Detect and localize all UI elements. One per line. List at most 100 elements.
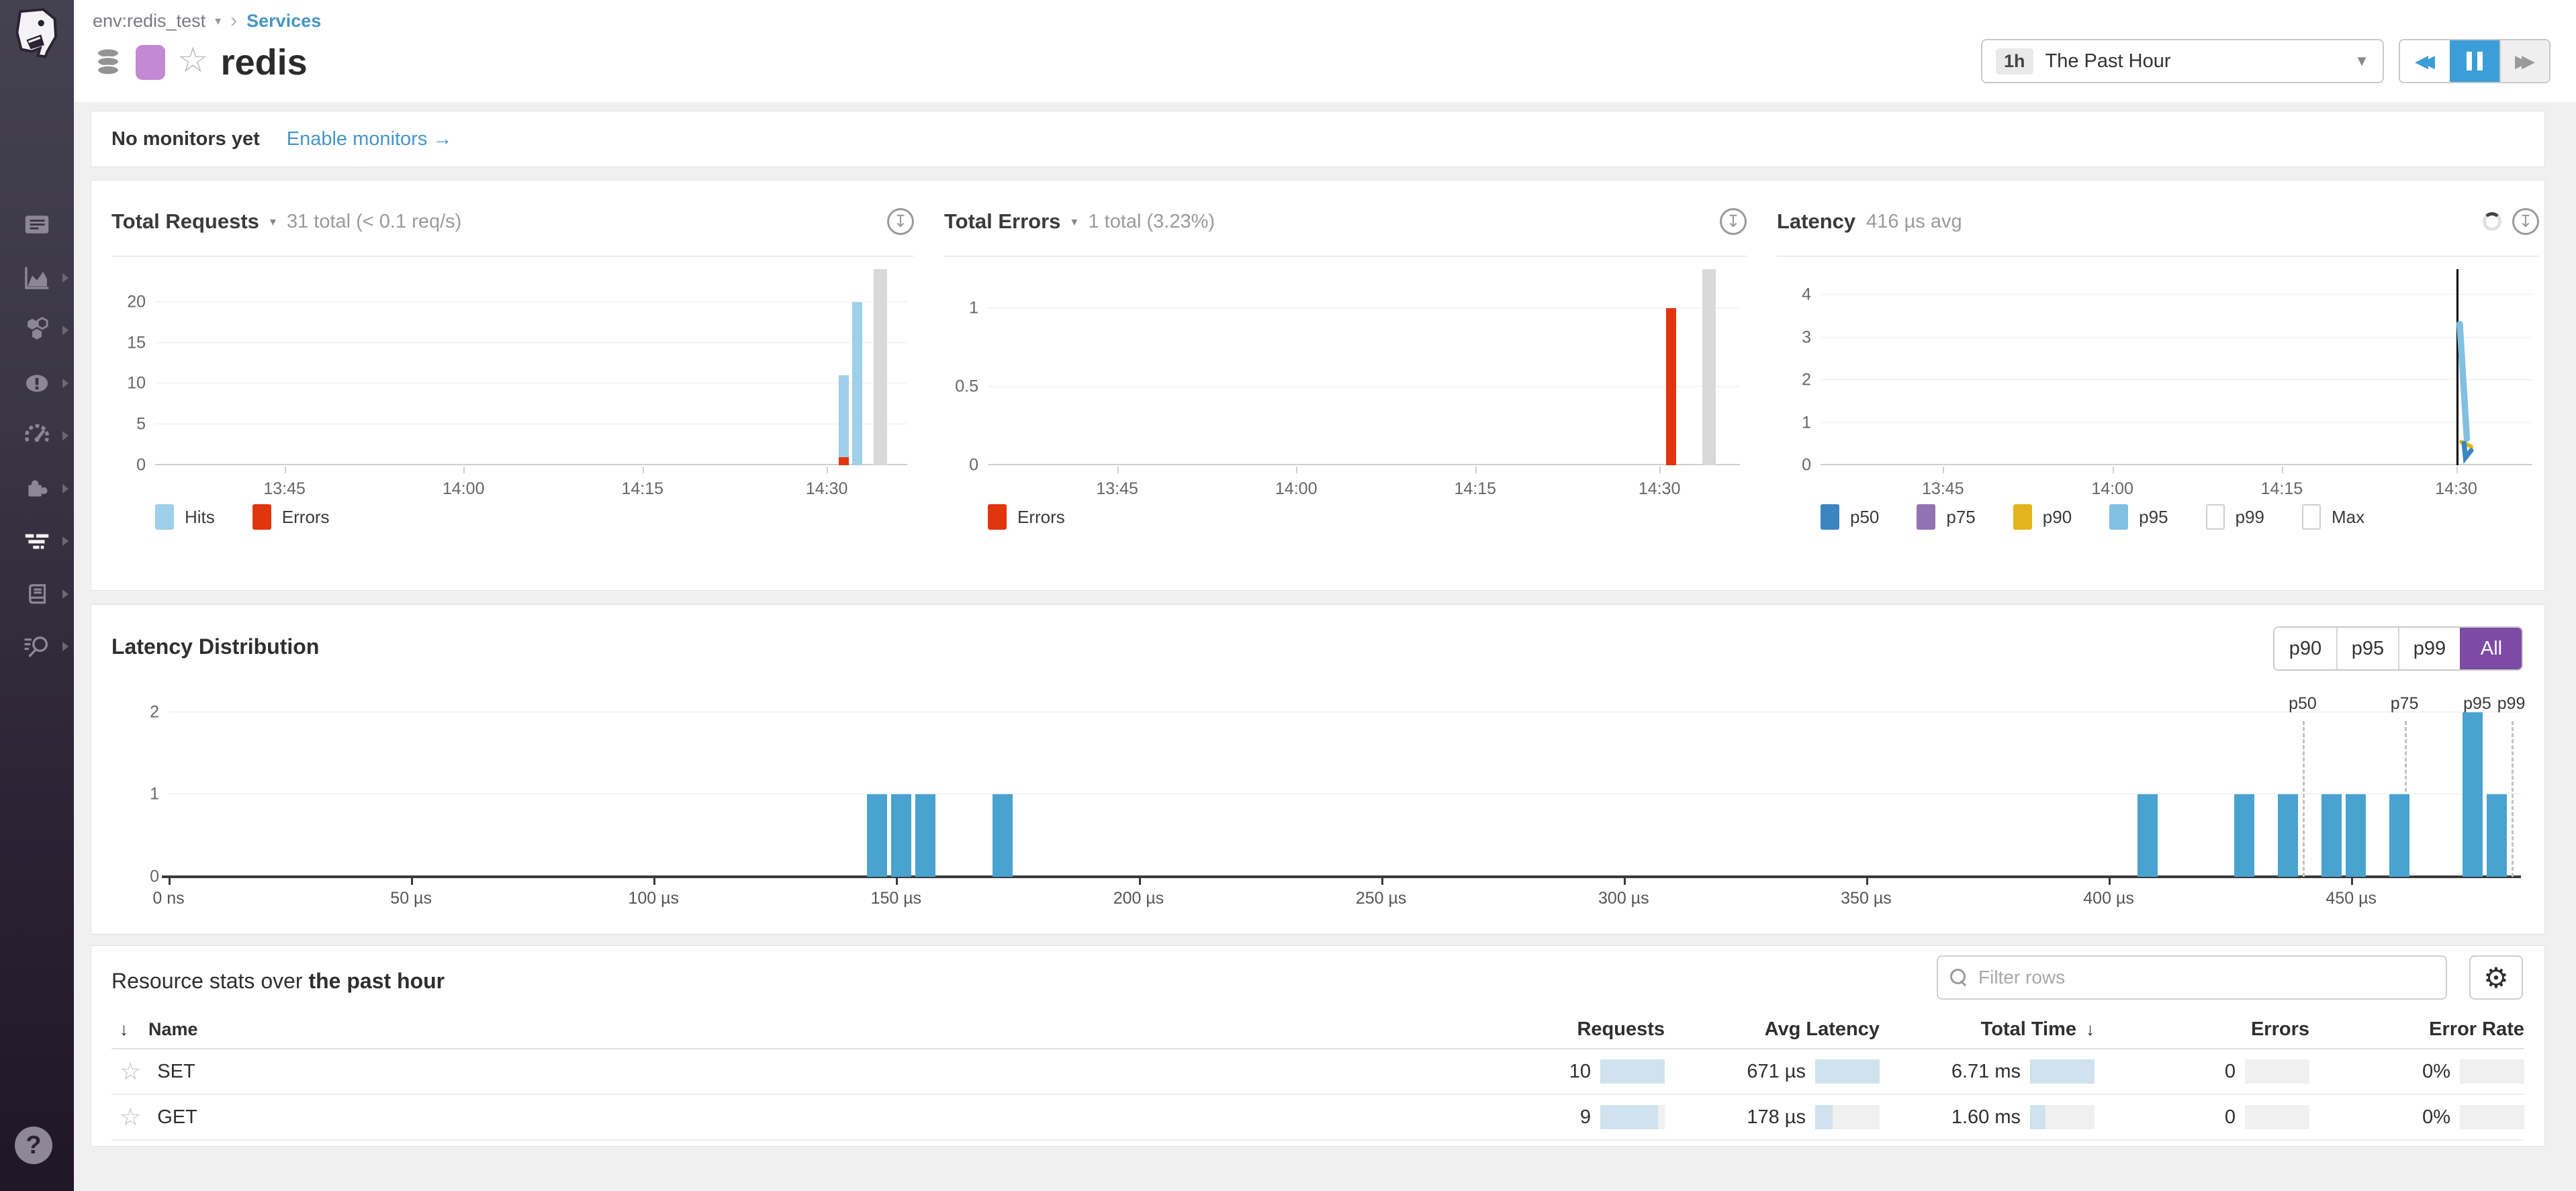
time-forward-button[interactable]: ▶▶ [2499,40,2549,82]
cell-value: 0 [2225,1106,2236,1129]
column-header-name[interactable]: ↓Name [111,1019,1450,1040]
page-title: redis [221,42,308,83]
datadog-logo[interactable] [0,0,74,67]
legend-item[interactable]: Max [2302,504,2364,530]
column-header-errors[interactable]: Errors [2095,1018,2309,1041]
x-axis-line [155,464,907,465]
data-bar [1666,308,1676,465]
column-header-total_time[interactable]: Total Time ↓ [1880,1018,2095,1041]
resource-stats-card: Resource stats over the past hour ⚙ ↓Nam… [91,945,2545,1147]
favorite-star-icon[interactable]: ☆ [177,43,209,78]
download-icon[interactable]: ↧ [1720,208,1747,235]
resource-name[interactable]: SET [157,1061,195,1083]
charts-card: Total Requests▾31 total (< 0.1 req/s)↧05… [91,180,2545,591]
percentile-label: p95 [2463,694,2491,714]
y-axis-label: 1 [1772,413,1811,432]
column-label: Error Rate [2429,1018,2524,1041]
column-header-avg_latency[interactable]: Avg Latency [1665,1018,1880,1041]
apm-icon [21,526,52,557]
table-settings-button[interactable]: ⚙ [2469,955,2523,1000]
legend-swatch [252,504,271,530]
x-axis-label: 13:45 [1096,479,1138,499]
column-header-requests[interactable]: Requests [1450,1018,1665,1041]
chart-title: Total Requests [111,209,259,234]
histogram-bar [2321,794,2342,877]
sidebar-item-logs[interactable] [0,568,74,620]
legend-swatch [155,504,174,530]
chart-plot-area[interactable]: 0510152013:4514:0014:1514:30 [155,269,907,465]
sidebar-item-metrics[interactable] [0,252,74,304]
sort-desc-icon: ↓ [2086,1019,2095,1040]
sidebar-item-trace-search[interactable] [0,620,74,673]
column-header-error_rate[interactable]: Error Rate [2309,1018,2524,1041]
table-row[interactable]: ☆GET9178 µs1.60 ms00% [111,1095,2524,1141]
breadcrumb-services-link[interactable]: Services [246,11,321,32]
legend-item[interactable]: p50 [1821,504,1879,530]
x-axis-label: 250 µs [1356,889,1407,908]
y-axis-label: 2 [120,702,159,722]
sidebar-item-infrastructure[interactable] [0,304,74,356]
legend-item[interactable]: p99 [2206,504,2264,530]
breadcrumb-separator: › [230,9,237,32]
cell-avg_latency: 671 µs [1665,1059,1880,1084]
histogram-bar [2463,712,2483,877]
enable-monitors-link[interactable]: Enable monitors → [287,128,453,150]
chevron-down-icon[interactable]: ▾ [270,215,276,229]
legend-item[interactable]: Hits [155,504,215,530]
resource-name-cell: ☆ SET [111,1059,1450,1084]
cell-value: 0 [2225,1061,2236,1083]
percentile-button-all[interactable]: All [2460,628,2522,669]
legend-item[interactable]: p90 [2013,504,2072,530]
chart-plot-area[interactable]: 00.5113:4514:0014:1514:30 [988,269,1740,465]
legend-swatch [1917,504,1935,530]
time-range-label: The Past Hour [2045,50,2343,73]
chart-plot-area[interactable]: 0123413:4514:0014:1514:30 [1821,269,2532,465]
cell-bar [2245,1105,2309,1129]
sidebar-item-events[interactable] [0,357,74,410]
sidebar-item-monitors[interactable] [0,410,74,462]
download-icon[interactable]: ↧ [887,208,914,235]
chevron-right-icon [62,589,68,599]
legend-label: p95 [2139,507,2168,528]
sidebar-item-integrations[interactable] [0,463,74,515]
x-axis-label: 14:00 [443,479,485,499]
chart-legend: Hits Errors [155,504,330,530]
percentile-button-p95[interactable]: p95 [2336,628,2398,669]
time-back-button[interactable]: ◀◀ [2400,40,2450,82]
sidebar-item-dashboards[interactable] [0,199,74,251]
chevron-right-icon [62,379,68,388]
help-button[interactable]: ? [15,1127,52,1164]
legend-item[interactable]: p95 [2109,504,2168,530]
legend-item[interactable]: p75 [1917,504,1975,530]
histogram-bar [2487,794,2507,877]
histogram-bar [2346,794,2366,877]
download-icon[interactable]: ↧ [2512,208,2539,235]
sidebar-item-apm[interactable] [0,515,74,567]
time-range-selector[interactable]: 1h The Past Hour ▼ [1981,39,2384,83]
latency-distribution-plot[interactable]: 0120 ns50 µs100 µs150 µs200 µs250 µs300 … [169,696,2521,877]
resource-name[interactable]: GET [157,1106,197,1129]
breadcrumb: env:redis_test ▾ › Services [93,9,321,32]
table-row[interactable]: ☆SET10671 µs6.71 ms00% [111,1049,2524,1095]
env-selector[interactable]: env:redis_test [93,11,205,32]
legend-item[interactable]: Errors [988,504,1065,530]
chart-title: Latency [1777,209,1855,234]
x-axis-label: 13:45 [263,479,306,499]
legend-item[interactable]: Errors [252,504,330,530]
resource-stats-title: Resource stats over the past hour [111,969,445,994]
top-bar: env:redis_test ▾ › Services ☆ redis 1h T… [74,0,2576,102]
legend-label: Max [2332,507,2364,528]
filter-rows-input[interactable] [1977,966,2434,989]
latency-chart: Latency416 µs avg↧0123413:4514:0014:1514… [1777,181,2539,591]
chevron-down-icon[interactable]: ▾ [1071,215,1077,229]
y-axis-label: 0 [1772,456,1811,475]
percentile-button-p90[interactable]: p90 [2274,628,2336,669]
histogram-bar [2137,794,2158,877]
percentile-button-p99[interactable]: p99 [2398,628,2460,669]
favorite-star-icon[interactable]: ☆ [120,1105,141,1129]
monitors-icon [21,420,52,451]
percentile-label: p50 [2289,694,2317,714]
time-pause-button[interactable] [2450,40,2499,82]
favorite-star-icon[interactable]: ☆ [120,1059,141,1084]
x-axis-label: 0 ns [152,889,184,908]
